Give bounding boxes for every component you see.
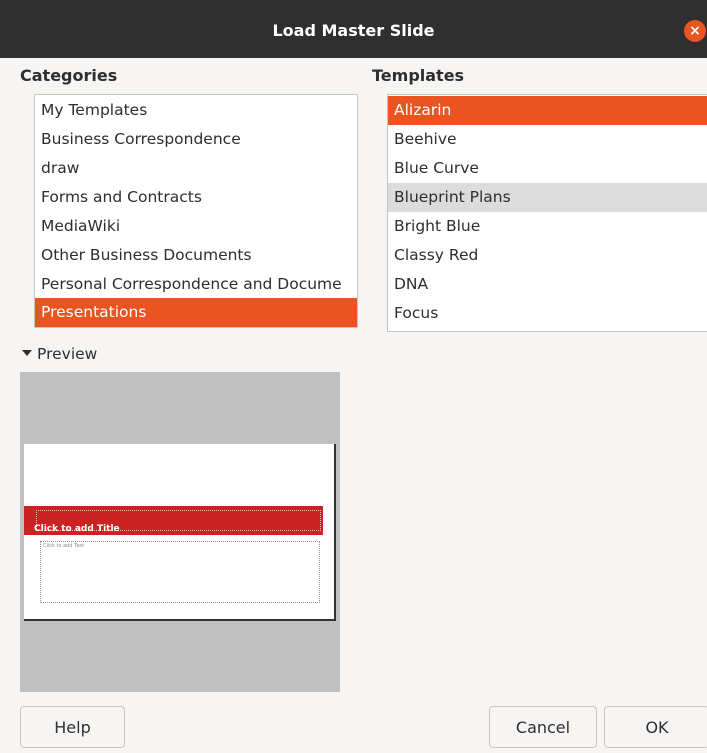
preview-label: Preview <box>37 345 98 363</box>
window-title: Load Master Slide <box>272 21 435 40</box>
help-button[interactable]: Help <box>20 706 125 748</box>
template-item-hovered[interactable]: Blueprint Plans <box>388 183 707 212</box>
template-item-selected[interactable]: Alizarin <box>388 96 707 125</box>
slide-thumbnail: Click to add Title Click to add Text <box>24 444 336 621</box>
category-item[interactable]: My Templates <box>35 96 357 125</box>
category-item[interactable]: Other Business Documents <box>35 241 357 270</box>
ok-button[interactable]: OK <box>604 706 707 748</box>
category-item[interactable]: MediaWiki <box>35 212 357 241</box>
template-item[interactable]: Beehive <box>388 125 707 154</box>
template-item[interactable]: Classy Red <box>388 241 707 270</box>
preview-expander[interactable]: Preview <box>22 345 97 363</box>
categories-list[interactable]: My Templates Business Correspondence dra… <box>34 94 358 328</box>
category-item-selected[interactable]: Presentations <box>35 298 357 327</box>
title-bar: Load Master Slide × <box>0 0 707 58</box>
preview-area: Click to add Title Click to add Text <box>20 372 340 692</box>
text-placeholder-box: Click to add Text <box>40 541 320 603</box>
close-icon[interactable]: × <box>684 20 706 42</box>
template-item[interactable]: Blue Curve <box>388 154 707 183</box>
category-item[interactable]: Business Correspondence <box>35 125 357 154</box>
template-item[interactable]: Bright Blue <box>388 212 707 241</box>
triangle-down-icon <box>22 349 32 356</box>
cancel-button[interactable]: Cancel <box>489 706 597 748</box>
templates-label: Templates <box>372 66 465 85</box>
category-item[interactable]: Personal Correspondence and Docume <box>35 270 357 299</box>
slide-title-band: Click to add Title <box>24 506 323 535</box>
category-item[interactable]: draw <box>35 154 357 183</box>
template-item[interactable]: Focus <box>388 299 707 328</box>
category-item[interactable]: Forms and Contracts <box>35 183 357 212</box>
template-item[interactable]: DNA <box>388 270 707 299</box>
slide-title-placeholder: Click to add Title <box>34 524 120 534</box>
templates-list[interactable]: Alizarin Beehive Blue Curve Blueprint Pl… <box>387 94 707 332</box>
slide-text-placeholder: Click to add Text <box>43 543 85 549</box>
categories-label: Categories <box>20 66 118 85</box>
